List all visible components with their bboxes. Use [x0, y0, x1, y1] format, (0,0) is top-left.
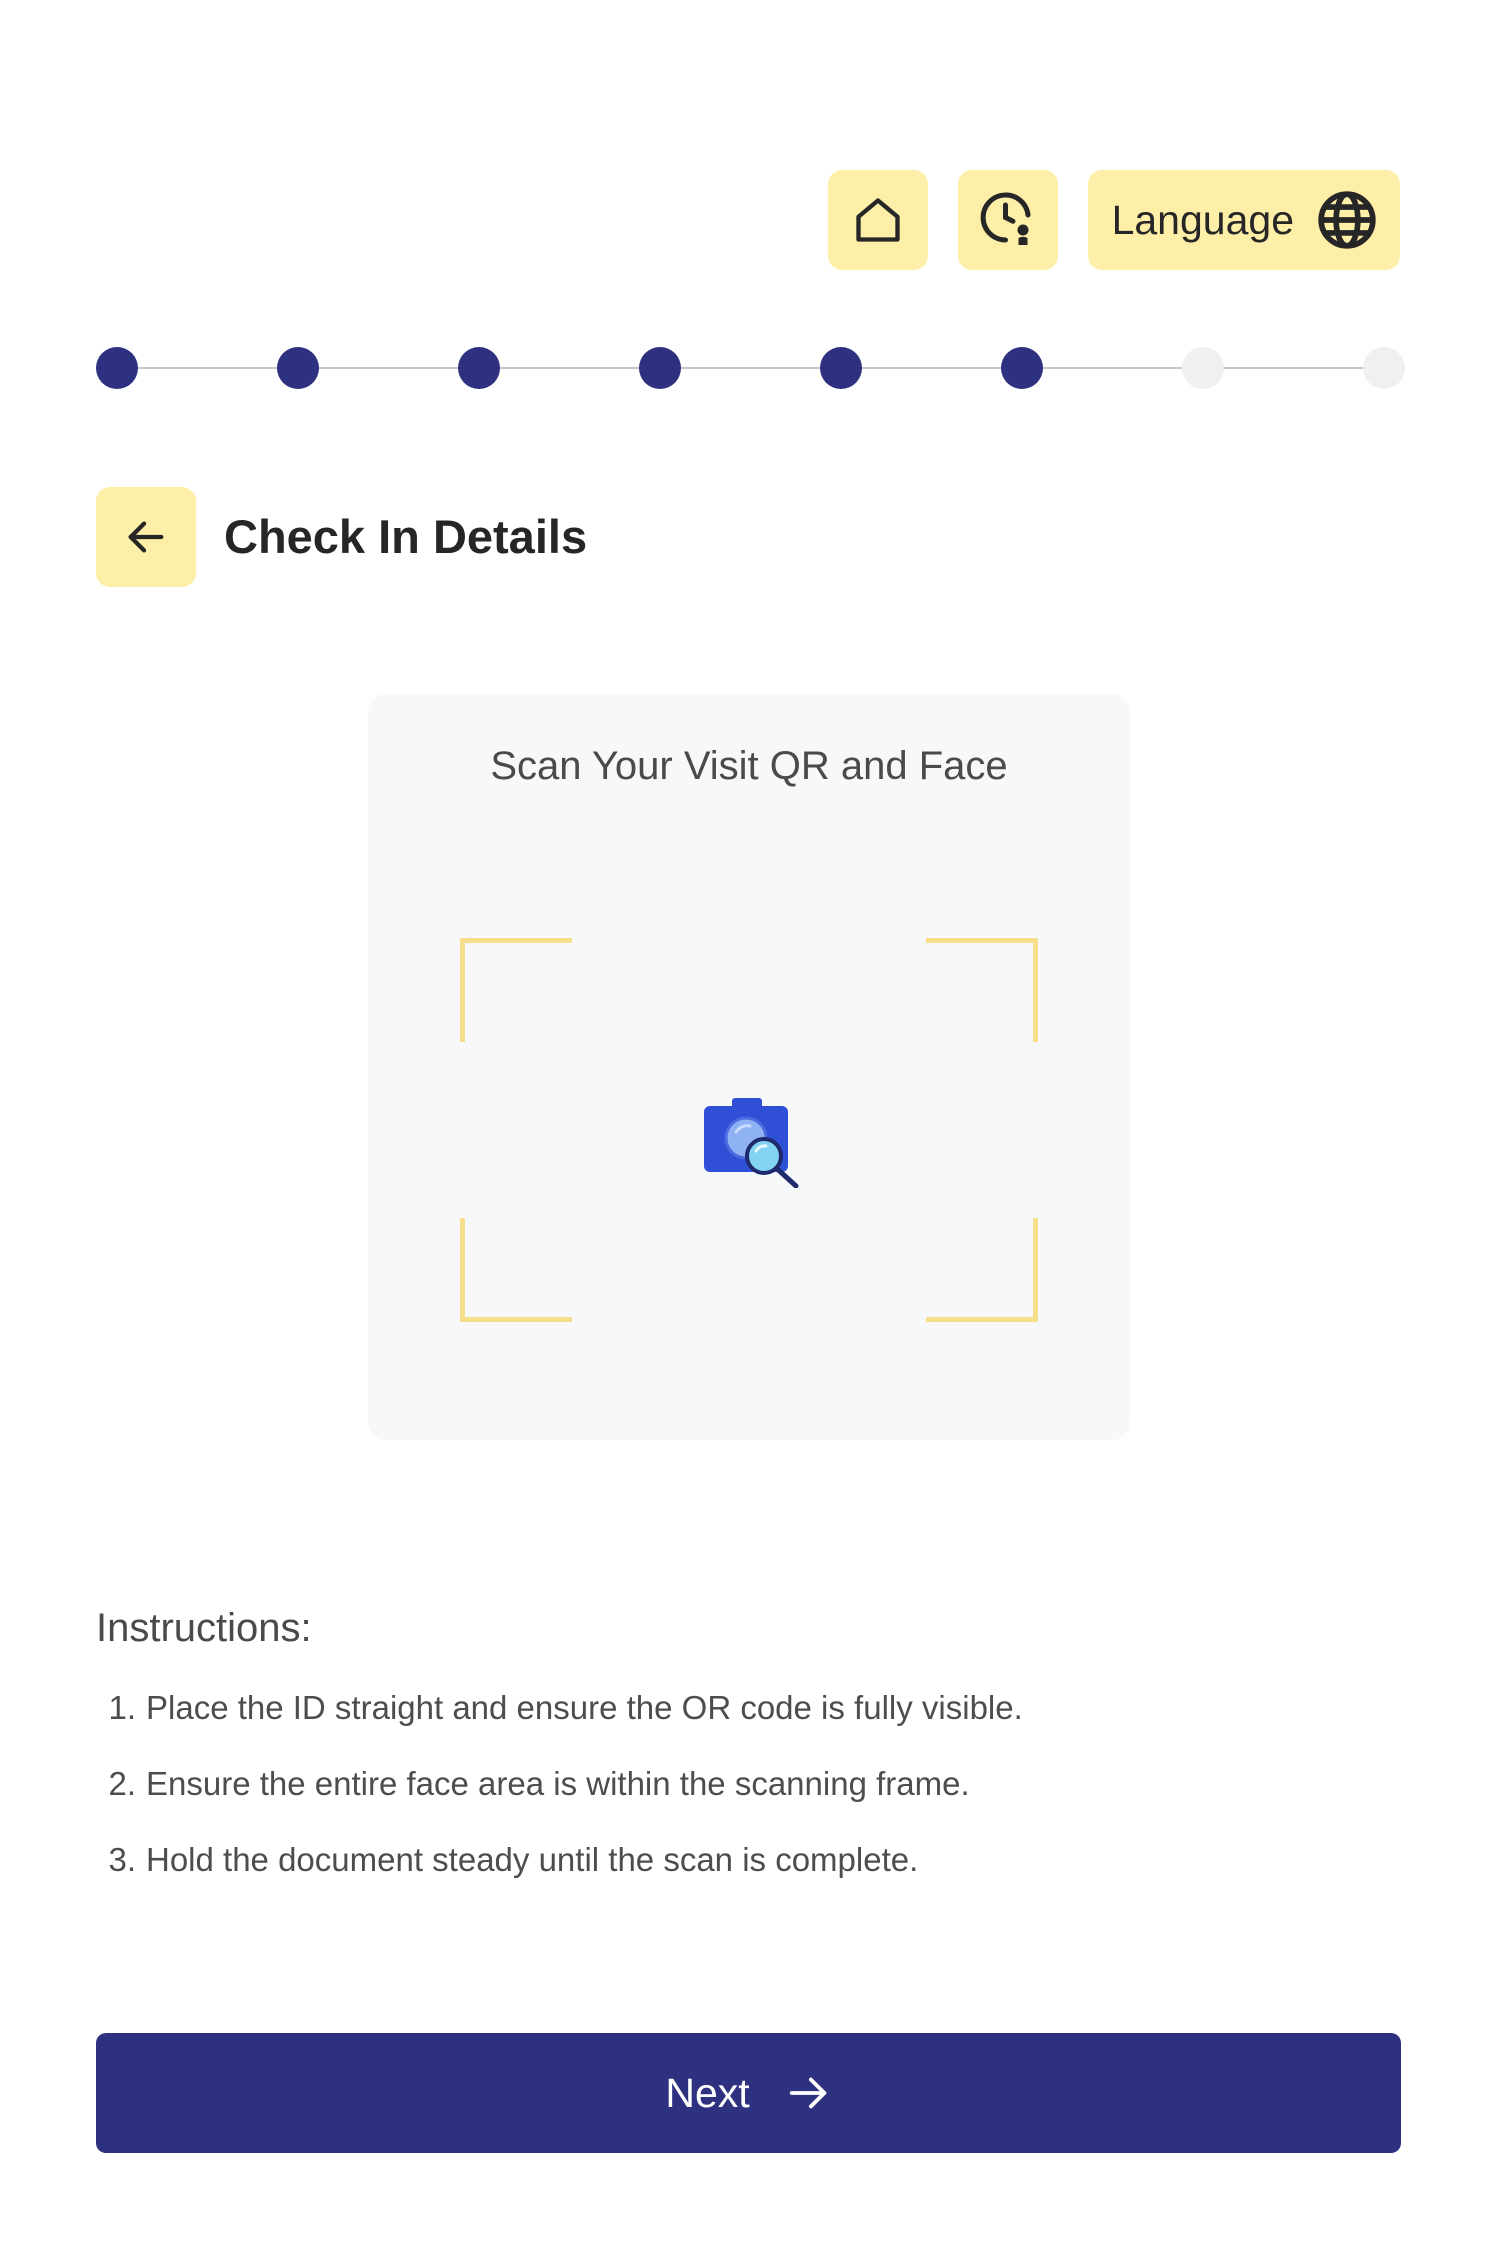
step-dot — [820, 347, 862, 389]
scan-frame-corner — [926, 938, 1038, 1042]
instruction-number: 3. — [108, 1841, 136, 1878]
check-in-page: Language Check In Details Scan Your Visi… — [0, 0, 1488, 2266]
step-dot — [1001, 347, 1043, 389]
scan-title: Scan Your Visit QR and Face — [490, 744, 1008, 788]
step-dot — [639, 347, 681, 389]
instruction-number: 1. — [108, 1689, 136, 1726]
next-label: Next — [665, 2069, 750, 2116]
instruction-text: Place the ID straight and ensure the OR … — [146, 1689, 1023, 1726]
instructions-title: Instructions: — [96, 1606, 312, 1650]
scan-frame-corner — [926, 1218, 1038, 1322]
instruction-item: 2. Ensure the entire face area is within… — [96, 1762, 1396, 1806]
step-dot — [1363, 347, 1405, 389]
camera-search-icon[interactable] — [704, 1096, 800, 1188]
instruction-item: 3. Hold the document steady until the sc… — [96, 1838, 1396, 1882]
instruction-number: 2. — [108, 1765, 136, 1802]
instruction-text: Hold the document steady until the scan … — [146, 1841, 919, 1878]
language-button[interactable]: Language — [1087, 170, 1400, 270]
step-dot — [277, 347, 319, 389]
arrow-right-icon — [789, 2077, 826, 2109]
instruction-item: 1. Place the ID straight and ensure the … — [96, 1686, 1396, 1730]
home-icon — [855, 198, 900, 242]
step-dot — [458, 347, 500, 389]
scan-frame-corner — [460, 1218, 572, 1322]
arrow-left-icon — [128, 521, 164, 553]
clock-badge-icon — [980, 192, 1031, 245]
language-label: Language — [1111, 196, 1294, 243]
home-button[interactable] — [827, 170, 928, 270]
page-title: Check In Details — [224, 510, 588, 563]
step-dot — [96, 347, 138, 389]
globe-icon — [1318, 191, 1376, 249]
step-dot — [1182, 347, 1224, 389]
back-button[interactable] — [96, 487, 196, 587]
scan-panel: Scan Your Visit QR and Face — [368, 694, 1130, 1440]
visit-history-button[interactable] — [957, 170, 1058, 270]
top-toolbar: Language — [827, 170, 1400, 270]
progress-stepper — [96, 347, 1405, 389]
next-button[interactable]: Next — [96, 2033, 1401, 2153]
scan-frame-corner — [460, 938, 572, 1042]
instruction-text: Ensure the entire face area is within th… — [146, 1765, 970, 1802]
instructions-list: 1. Place the ID straight and ensure the … — [96, 1686, 1396, 1914]
